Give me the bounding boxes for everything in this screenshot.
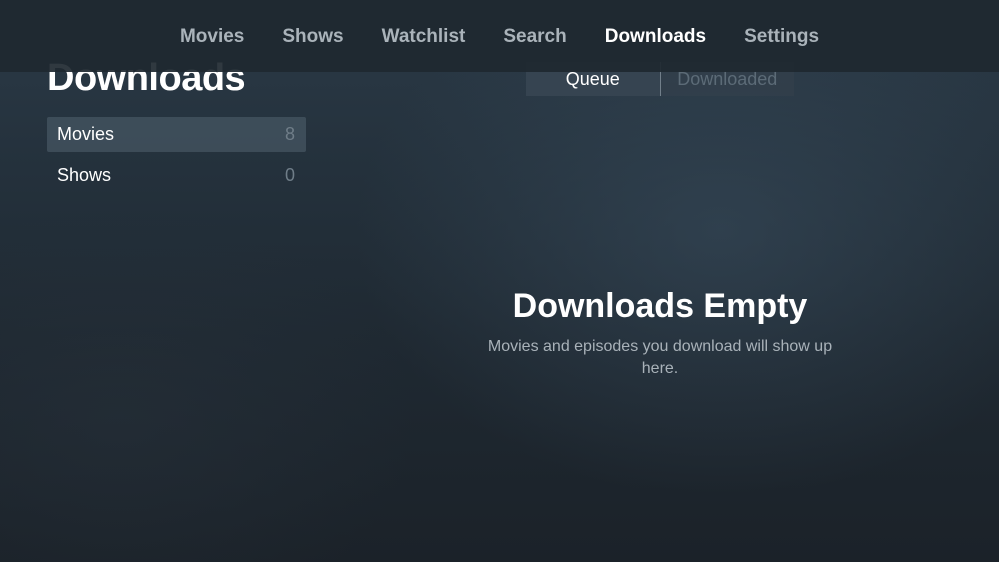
sidebar-item-count: 8 — [284, 124, 295, 144]
nav-item-settings[interactable]: Settings — [725, 22, 838, 52]
top-nav-menu: Movies Shows Watchlist Search Downloads … — [0, 22, 999, 52]
nav-item-movies[interactable]: Movies — [161, 22, 263, 52]
sidebar-item-label: Movies — [57, 124, 115, 144]
nav-item-downloads[interactable]: Downloads — [586, 22, 725, 52]
empty-state-title: Downloads Empty — [512, 287, 808, 325]
downloads-category-list: Movies 8 Shows 0 — [47, 117, 306, 199]
nav-item-shows[interactable]: Shows — [263, 22, 362, 52]
top-navigation-bar: Movies Shows Watchlist Search Downloads … — [0, 0, 999, 72]
empty-state: Downloads Empty Movies and episodes you … — [460, 284, 860, 380]
sidebar-item-movies[interactable]: Movies 8 — [47, 117, 306, 152]
sidebar-item-label: Shows — [57, 165, 112, 185]
sidebar-item-count: 0 — [284, 165, 295, 185]
empty-state-message: Movies and episodes you download will sh… — [487, 338, 833, 377]
sidebar-item-shows[interactable]: Shows 0 — [47, 158, 306, 193]
nav-item-watchlist[interactable]: Watchlist — [363, 22, 485, 52]
nav-item-search[interactable]: Search — [484, 22, 585, 52]
